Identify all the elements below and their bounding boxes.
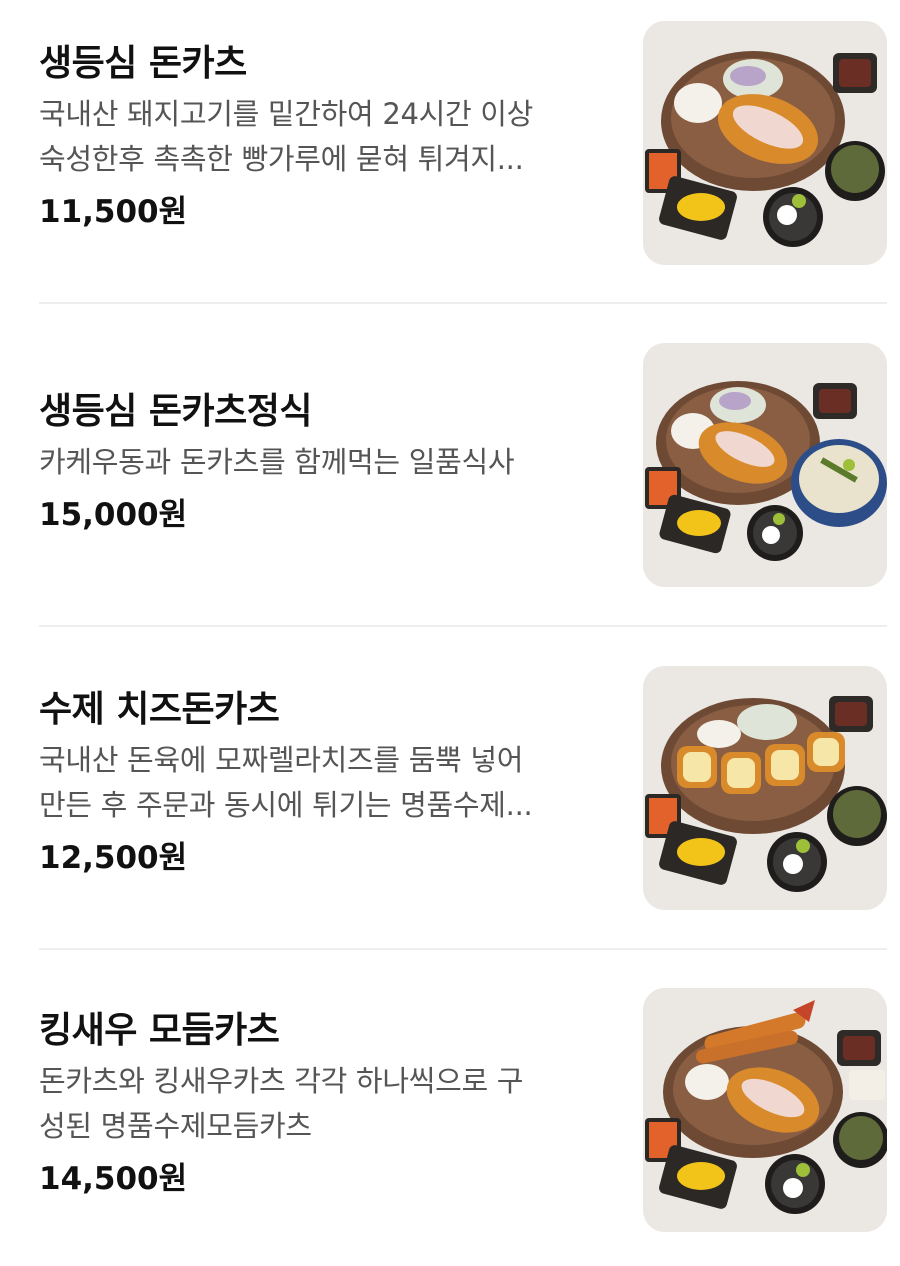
- menu-item-price: 15,000원: [39, 497, 188, 533]
- menu-item-description-line: 돈카츠와 킹새우카츠 각각 하나씩으로 구: [39, 1064, 524, 1098]
- menu-item-description-line: 성된 명품수제모듬카츠: [39, 1109, 312, 1143]
- menu-item-text: 생등심 돈카츠정식 카케우동과 돈카츠를 함께먹는 일품식사 15,000원: [39, 390, 599, 537]
- menu-photo-illustration: [643, 343, 887, 587]
- menu-item-price: 12,500원: [39, 840, 188, 876]
- menu-item[interactable]: 생등심 돈카츠 국내산 돼지고기를 밑간하여 24시간 이상 숙성한후 촉촉한 …: [0, 0, 900, 323]
- menu-item[interactable]: 킹새우 모듬카츠 돈카츠와 킹새우카츠 각각 하나씩으로 구 성된 명품수제모듬…: [0, 969, 900, 1266]
- menu-photo-illustration: [643, 988, 887, 1232]
- menu-item-name: 생등심 돈카츠: [39, 43, 247, 84]
- menu-item-description-line: 만든 후 주문과 동시에 튀기는 명품수제...: [39, 788, 533, 822]
- menu-photo-illustration: [643, 666, 887, 910]
- divider: [39, 948, 887, 950]
- menu-item-description: 국내산 돼지고기를 밑간하여 24시간 이상 숙성한후 촉촉한 빵가루에 묻혀 …: [39, 92, 599, 182]
- menu-item-description-line: 국내산 돼지고기를 밑간하여 24시간 이상: [39, 97, 534, 131]
- divider: [39, 625, 887, 627]
- menu-item-price: 11,500원: [39, 194, 188, 230]
- menu-item-price: 14,500원: [39, 1161, 188, 1197]
- menu-item-text: 생등심 돈카츠 국내산 돼지고기를 밑간하여 24시간 이상 숙성한후 촉촉한 …: [39, 42, 599, 234]
- menu-item-description-line: 국내산 돈육에 모짜렐라치즈를 둠뿍 넣어: [39, 743, 524, 777]
- menu-item[interactable]: 수제 치즈돈카츠 국내산 돈육에 모짜렐라치즈를 둠뿍 넣어 만든 후 주문과 …: [0, 646, 900, 969]
- menu-item-text: 수제 치즈돈카츠 국내산 돈육에 모짜렐라치즈를 둠뿍 넣어 만든 후 주문과 …: [39, 688, 599, 880]
- pork-cutlet-set-photo[interactable]: [643, 21, 887, 265]
- shrimp-cutlet-set-photo[interactable]: [643, 988, 887, 1232]
- menu-item-description-line: 카케우동과 돈카츠를 함께먹는 일품식사: [39, 445, 515, 479]
- menu-item-description: 카케우동과 돈카츠를 함께먹는 일품식사: [39, 440, 599, 485]
- menu-photo-illustration: [643, 21, 887, 265]
- menu-item-text: 킹새우 모듬카츠 돈카츠와 킹새우카츠 각각 하나씩으로 구 성된 명품수제모듬…: [39, 1009, 599, 1201]
- menu-item-name: 수제 치즈돈카츠: [39, 689, 280, 730]
- divider: [39, 302, 887, 304]
- menu-item[interactable]: 생등심 돈카츠정식 카케우동과 돈카츠를 함께먹는 일품식사 15,000원: [0, 323, 900, 646]
- pork-cutlet-udon-set-photo[interactable]: [643, 343, 887, 587]
- menu-item-name: 킹새우 모듬카츠: [39, 1010, 280, 1051]
- menu-item-description: 국내산 돈육에 모짜렐라치즈를 둠뿍 넣어 만든 후 주문과 동시에 튀기는 명…: [39, 738, 599, 828]
- menu-item-description: 돈카츠와 킹새우카츠 각각 하나씩으로 구 성된 명품수제모듬카츠: [39, 1059, 599, 1149]
- menu-item-description-line: 숙성한후 촉촉한 빵가루에 묻혀 튀겨지...: [39, 142, 524, 176]
- menu-item-name: 생등심 돈카츠정식: [39, 391, 313, 432]
- cheese-cutlet-set-photo[interactable]: [643, 666, 887, 910]
